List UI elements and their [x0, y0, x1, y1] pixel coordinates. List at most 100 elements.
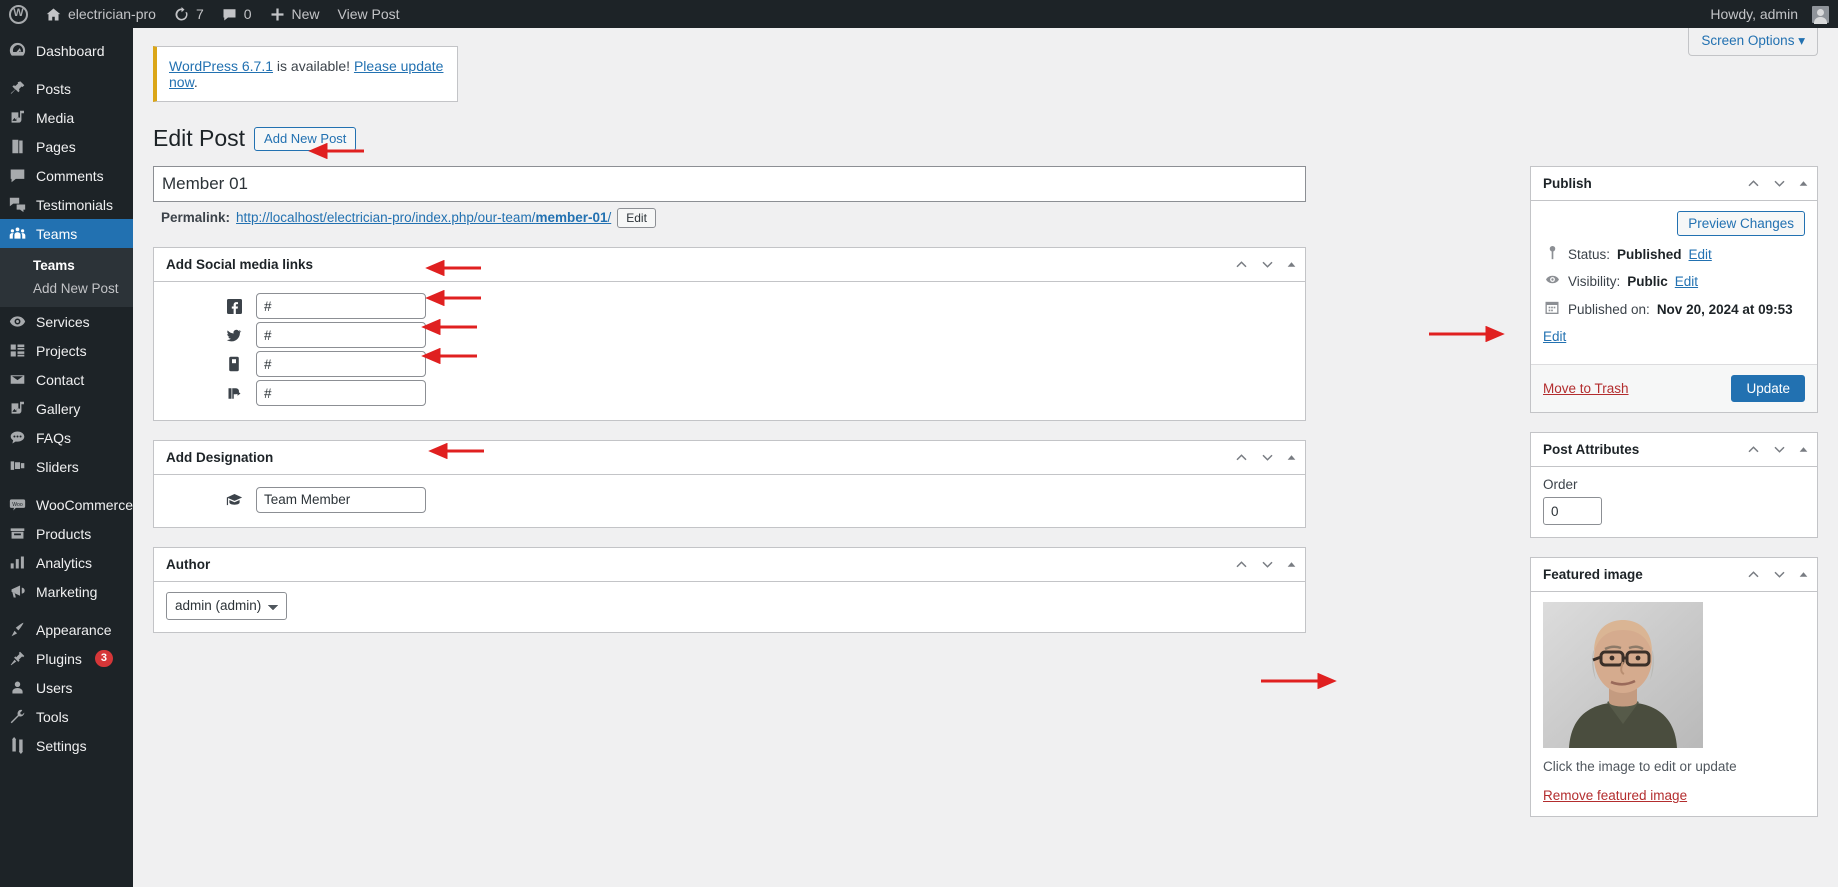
permalink-row: Permalink: http://localhost/electrician-…: [153, 202, 1306, 228]
move-down-icon[interactable]: [1772, 176, 1787, 191]
author-select[interactable]: admin (admin): [166, 591, 287, 620]
screen-options-button[interactable]: Screen Options ▾: [1688, 28, 1818, 56]
sidebar-item-label: Plugins: [36, 650, 82, 667]
sidebar-item-faqs[interactable]: FAQs: [0, 423, 133, 452]
admin-content-area: Screen Options ▾ WordPress 6.7.1 is avai…: [133, 28, 1838, 887]
view-post-button[interactable]: View Post: [329, 0, 409, 28]
social-row-facebook: [166, 292, 1293, 321]
sidebar-item-dashboard[interactable]: Dashboard: [0, 36, 133, 65]
add-new-post-button[interactable]: Add New Post: [254, 126, 357, 152]
post-status-row: Status: Published Edit: [1543, 245, 1805, 265]
post-title-input[interactable]: [153, 165, 1306, 202]
tools-icon: [8, 708, 27, 725]
facebook-icon: [212, 298, 256, 314]
author-box: Author admin (admin): [153, 546, 1306, 633]
wordpress-logo-button[interactable]: [0, 0, 37, 28]
sidebar-item-posts[interactable]: Posts: [0, 74, 133, 103]
sidebar-item-comments[interactable]: Comments: [0, 161, 133, 190]
comments-button[interactable]: 0: [213, 0, 261, 28]
move-up-icon[interactable]: [1746, 442, 1761, 457]
permalink-link[interactable]: http://localhost/electrician-pro/index.p…: [236, 210, 611, 225]
sidebar-item-analytics[interactable]: Analytics: [0, 548, 133, 577]
sidebar-item-appearance[interactable]: Appearance: [0, 615, 133, 644]
move-down-icon[interactable]: [1260, 557, 1275, 572]
edit-visibility-link[interactable]: Edit: [1675, 272, 1698, 292]
social-row-twitter: [166, 321, 1293, 350]
menu-order-input[interactable]: [1543, 497, 1602, 526]
move-up-icon[interactable]: [1746, 567, 1761, 582]
publish-box-title: Publish: [1543, 175, 1592, 191]
postbox-handle-actions: [1234, 557, 1297, 572]
move-down-icon[interactable]: [1772, 567, 1787, 582]
wordpress-version-link[interactable]: WordPress 6.7.1: [169, 58, 273, 74]
edit-published-link[interactable]: Edit: [1543, 327, 1805, 347]
notice-text-end: .: [193, 74, 198, 90]
sidebar-item-label: Contact: [36, 371, 85, 388]
sidebar-item-teams-list[interactable]: Teams: [0, 254, 133, 277]
designation-input[interactable]: [256, 486, 426, 513]
account-menu[interactable]: Howdy, admin: [1701, 0, 1838, 28]
post-published-row: Published on: Nov 20, 2024 at 09:53 Edit: [1543, 300, 1805, 346]
toggle-panel-icon[interactable]: [1798, 569, 1809, 580]
pinterest-icon: [212, 386, 256, 401]
move-down-icon[interactable]: [1260, 257, 1275, 272]
featured-image-thumbnail[interactable]: [1543, 602, 1703, 749]
sidebar-item-media[interactable]: Media: [0, 103, 133, 132]
pinterest-url-input[interactable]: [256, 380, 426, 407]
sidebar-item-services[interactable]: Services: [0, 307, 133, 336]
post-sidebar-column: Publish Preview Changes Status: Publishe…: [1530, 165, 1818, 818]
sidebar-item-plugins[interactable]: Plugins 3: [0, 644, 133, 673]
move-down-icon[interactable]: [1772, 442, 1787, 457]
sidebar-item-products[interactable]: Products: [0, 519, 133, 548]
sidebar-item-woocommerce[interactable]: Woo WooCommerce: [0, 490, 133, 519]
move-up-icon[interactable]: [1746, 176, 1761, 191]
updates-button[interactable]: 7: [165, 0, 213, 28]
permalink-prefix: http://localhost/electrician-pro/index.p…: [236, 210, 536, 226]
appearance-icon: [8, 621, 27, 638]
sidebar-item-label: Products: [36, 525, 92, 542]
sidebar-item-sliders[interactable]: Sliders: [0, 452, 133, 481]
remove-featured-image-link[interactable]: Remove featured image: [1543, 788, 1687, 803]
update-button[interactable]: Update: [1731, 375, 1805, 403]
toggle-panel-icon[interactable]: [1286, 559, 1297, 570]
visibility-label: Visibility:: [1568, 274, 1621, 290]
sidebar-item-pages[interactable]: Pages: [0, 132, 133, 161]
chevron-down-icon: ▾: [1798, 33, 1805, 48]
site-name-button[interactable]: electrician-pro: [37, 0, 165, 28]
sidebar-item-testimonials[interactable]: Testimonials: [0, 190, 133, 219]
testimonials-icon: [8, 196, 27, 213]
move-to-trash-link[interactable]: Move to Trash: [1543, 381, 1629, 396]
social-row-instagram: [166, 350, 1293, 379]
move-down-icon[interactable]: [1260, 450, 1275, 465]
sidebar-item-contact[interactable]: Contact: [0, 365, 133, 394]
sidebar-item-marketing[interactable]: Marketing: [0, 577, 133, 606]
twitter-url-input[interactable]: [256, 322, 426, 349]
move-up-icon[interactable]: [1234, 557, 1249, 572]
instagram-url-input[interactable]: [256, 351, 426, 378]
preview-changes-button[interactable]: Preview Changes: [1677, 210, 1805, 236]
sidebar-item-users[interactable]: Users: [0, 673, 133, 702]
comment-bubble-icon: [223, 8, 236, 20]
wordpress-logo-icon: [9, 4, 28, 24]
sidebar-item-settings[interactable]: Settings: [0, 731, 133, 760]
sidebar-item-tools[interactable]: Tools: [0, 702, 133, 731]
toggle-panel-icon[interactable]: [1286, 452, 1297, 463]
sidebar-item-gallery[interactable]: Gallery: [0, 394, 133, 423]
publish-box-inside: Preview Changes Status: Published Edit V…: [1531, 201, 1817, 413]
edit-status-link[interactable]: Edit: [1689, 245, 1712, 265]
sidebar-item-add-new-post[interactable]: Add New Post: [0, 277, 133, 300]
new-content-button[interactable]: New: [261, 0, 329, 28]
move-up-icon[interactable]: [1234, 257, 1249, 272]
toggle-panel-icon[interactable]: [1798, 444, 1809, 455]
sidebar-separator: [0, 65, 133, 74]
sidebar-item-teams[interactable]: Teams: [0, 219, 133, 248]
updates-icon: [175, 6, 188, 20]
facebook-url-input[interactable]: [256, 293, 426, 320]
move-up-icon[interactable]: [1234, 450, 1249, 465]
sidebar-item-projects[interactable]: Projects: [0, 336, 133, 365]
edit-slug-button[interactable]: Edit: [617, 207, 656, 228]
sidebar-item-label: Services: [36, 313, 90, 330]
postbox-header: Add Designation: [154, 441, 1305, 475]
toggle-panel-icon[interactable]: [1798, 178, 1809, 189]
toggle-panel-icon[interactable]: [1286, 259, 1297, 270]
